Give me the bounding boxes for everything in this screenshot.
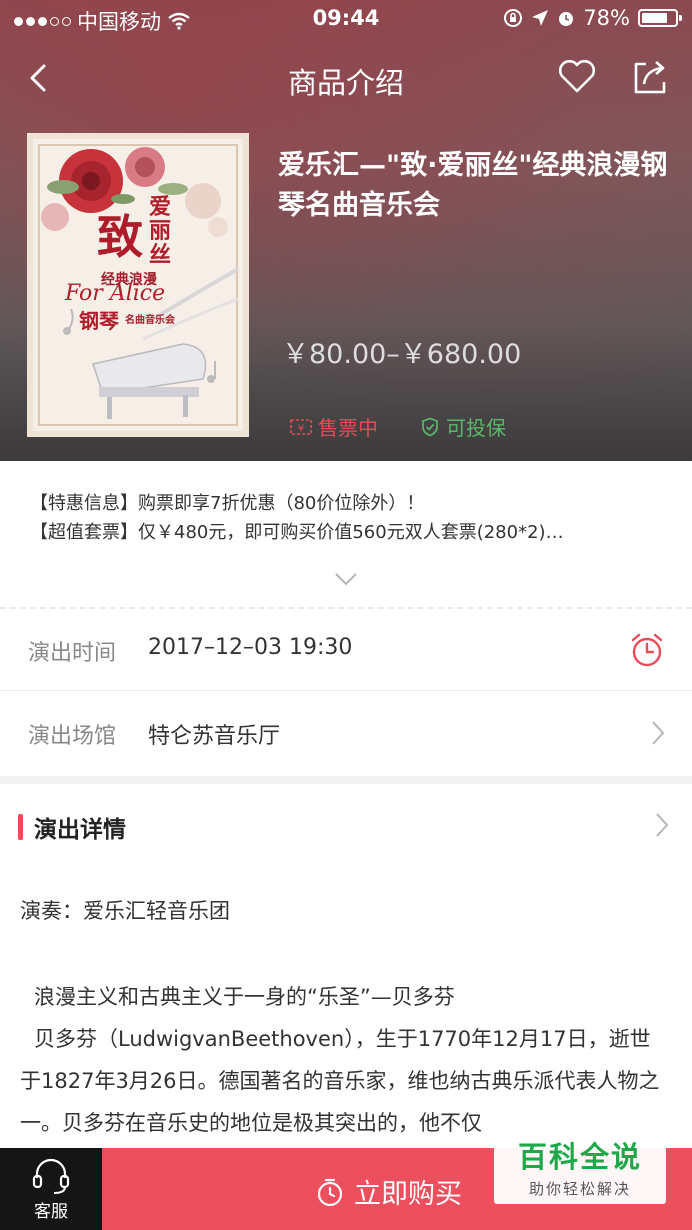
divider	[0, 690, 692, 691]
status-right: 78%	[503, 6, 682, 30]
show-time-label: 演出时间	[28, 641, 117, 666]
svg-text:¥: ¥	[298, 423, 304, 434]
battery-percent: 78%	[583, 6, 630, 30]
poster-bottom-sub: 名曲音乐会	[125, 315, 175, 326]
stopwatch-icon	[317, 1178, 343, 1206]
watermark-main: 百科全说	[517, 1140, 642, 1174]
product-poster[interactable]: 致 爱丽丝 经典浪漫 For Alice 钢琴 名曲音乐会	[27, 133, 249, 437]
chevron-right-icon	[652, 721, 665, 745]
section-separator	[0, 776, 692, 784]
performer-text: 演奏：爱乐汇轻音乐团	[20, 899, 230, 923]
ticket-icon: ¥	[290, 418, 312, 435]
headset-icon	[32, 1158, 70, 1194]
status-bar: 中国移动 09:44 78%	[0, 0, 692, 38]
description-heading: 浪漫主义和古典主义于一身的“乐圣”—贝多芬	[34, 985, 455, 1009]
buy-now-content: 立即购买	[316, 1172, 462, 1211]
poster-title-chars: 爱丽丝	[149, 194, 172, 268]
battery-icon	[638, 9, 682, 27]
product-title: 爱乐汇—"致·爱丽丝"经典浪漫钢琴名曲音乐会	[278, 150, 668, 221]
venue-value: 特仑苏音乐厅	[148, 724, 281, 749]
venue-label: 演出场馆	[28, 724, 117, 749]
alarm-status-icon	[559, 12, 574, 26]
chevron-right-icon	[656, 813, 669, 837]
on-sale-label: 售票中	[318, 416, 378, 440]
heart-icon[interactable]	[556, 56, 598, 96]
show-description: 演奏：爱乐汇轻音乐团 浪漫主义和古典主义于一身的“乐圣”—贝多芬 贝多芬（Lud…	[20, 890, 670, 1144]
insurable-tag: 可投保	[420, 412, 506, 441]
section-accent-bar	[18, 814, 23, 840]
shield-check-icon	[422, 417, 438, 436]
show-details-header[interactable]: 演出详情	[0, 800, 692, 850]
show-time-value: 2017–12–03 19:30	[148, 635, 353, 660]
product-price: ￥80.00–￥680.00	[282, 339, 522, 370]
product-hero: 中国移动 09:44 78% 商品介绍 致 爱丽丝 经典浪漫 For Alice…	[0, 0, 692, 461]
poster-bottom-main: 钢琴	[79, 309, 119, 333]
buy-now-label: 立即购买	[354, 1179, 462, 1210]
nav-bar: 商品介绍	[0, 50, 692, 106]
chevron-down-icon[interactable]	[334, 570, 358, 588]
alarm-clock-icon[interactable]	[628, 631, 666, 669]
battery-level	[642, 13, 667, 23]
show-time-row[interactable]: 演出时间 2017–12–03 19:30	[0, 609, 692, 691]
rotation-lock-icon	[504, 9, 523, 27]
product-tags: ¥ 售票中 可投保	[290, 412, 506, 441]
show-details-title: 演出详情	[34, 817, 126, 843]
poster-main-char: 致	[97, 210, 143, 264]
promo-line-2: 【超值套票】仅￥480元，即可购买价值560元双人套票(280*2)…	[30, 522, 564, 543]
poster-script-text: For Alice	[65, 281, 166, 306]
promo-info: 【特惠信息】购票即享7折优惠（80价位除外）！ 【超值套票】仅￥480元，即可购…	[30, 489, 670, 547]
promo-line-1: 【特惠信息】购票即享7折优惠（80价位除外）！	[30, 493, 425, 514]
watermark-logo: 百科全说 助你轻松解决	[494, 1124, 666, 1204]
customer-service-label: 客服	[34, 1202, 68, 1222]
insurable-label: 可投保	[446, 416, 506, 440]
venue-row[interactable]: 演出场馆 特仑苏音乐厅	[0, 692, 692, 774]
watermark-sub: 助你轻松解决	[528, 1180, 631, 1198]
location-arrow-icon	[532, 10, 549, 26]
on-sale-tag: ¥ 售票中	[290, 412, 378, 441]
customer-service-button[interactable]: 客服	[0, 1148, 102, 1230]
share-icon[interactable]	[630, 56, 670, 96]
